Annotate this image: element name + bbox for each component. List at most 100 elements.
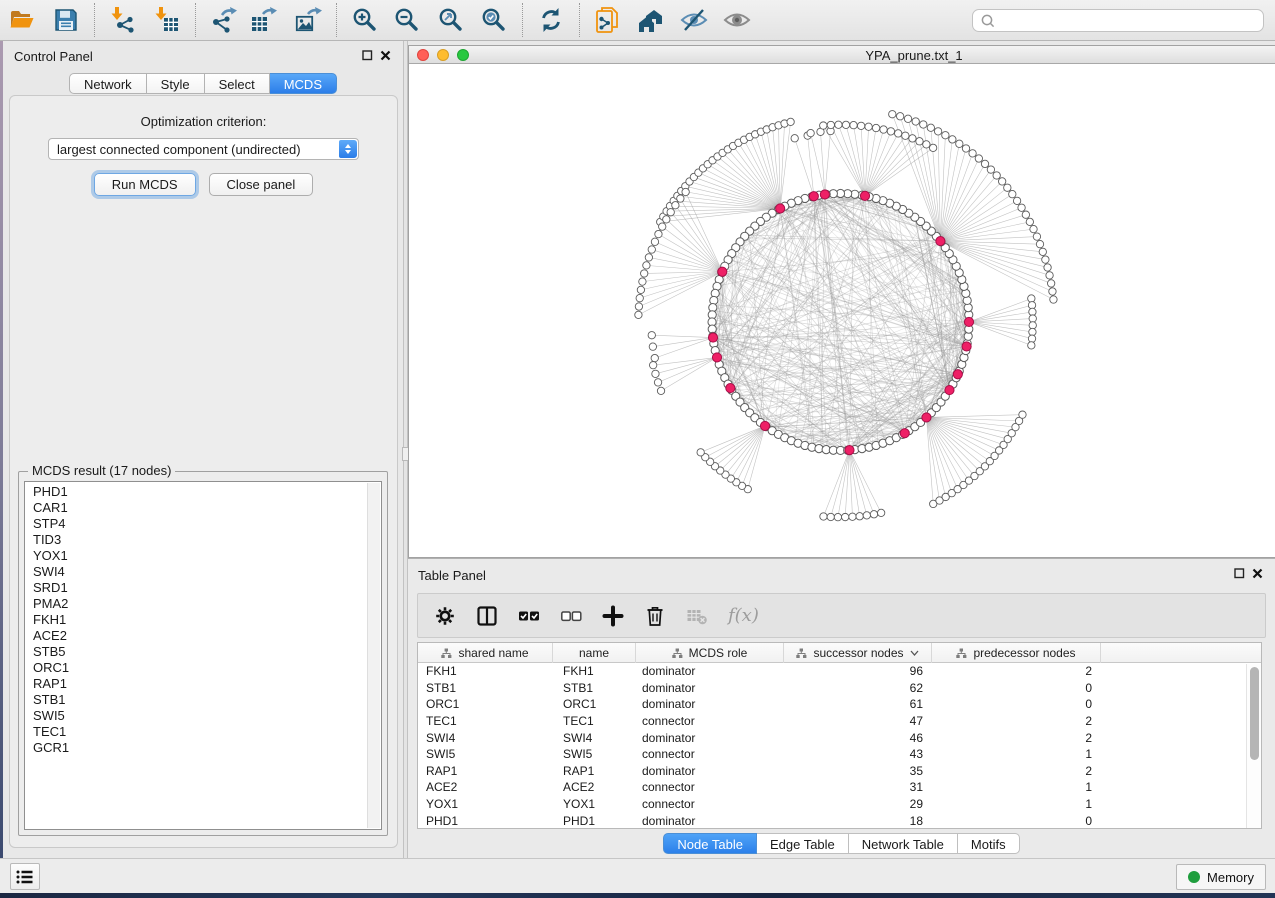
export-image-icon[interactable] <box>294 6 322 34</box>
mcds-result-item[interactable]: STB5 <box>33 644 365 660</box>
column-header-name[interactable]: name <box>553 643 636 663</box>
mcds-result-item[interactable]: STP4 <box>33 516 365 532</box>
column-header-predecessor-nodes[interactable]: predecessor nodes <box>932 643 1101 663</box>
cell-MCDS-role: dominator <box>636 664 784 678</box>
tab-network-table[interactable]: Network Table <box>849 833 958 854</box>
mcds-result-item[interactable]: TEC1 <box>33 724 365 740</box>
hide-selected-icon[interactable] <box>680 6 708 34</box>
table-row[interactable]: ORC1ORC1dominator610 <box>418 696 1261 713</box>
tab-mcds[interactable]: MCDS <box>270 73 337 94</box>
mcds-result-item[interactable]: YOX1 <box>33 548 365 564</box>
export-table-icon[interactable] <box>250 6 278 34</box>
mcds-result-item[interactable]: PHD1 <box>33 484 365 500</box>
cell-MCDS-role: dominator <box>636 681 784 695</box>
column-header-shared-name[interactable]: shared name <box>418 643 553 663</box>
deselect-all-icon[interactable] <box>560 605 582 627</box>
search-input[interactable] <box>1001 12 1263 30</box>
mcds-result-item[interactable]: ACE2 <box>33 628 365 644</box>
column-label: name <box>579 646 609 660</box>
table-row[interactable]: PHD1PHD1dominator180 <box>418 812 1261 829</box>
cell-shared-name: FKH1 <box>418 664 553 678</box>
minimize-window-button[interactable] <box>437 49 449 61</box>
cell-shared-name: YOX1 <box>418 797 553 811</box>
network-titlebar[interactable]: YPA_prune.txt_1 <box>409 46 1275 64</box>
close-window-button[interactable] <box>417 49 429 61</box>
table-row[interactable]: YOX1YOX1connector291 <box>418 796 1261 813</box>
select-all-icon[interactable] <box>518 605 540 627</box>
close-mcds-panel-button[interactable]: Close panel <box>209 173 314 196</box>
cell-successor-nodes: 96 <box>784 664 932 678</box>
import-table-icon[interactable] <box>153 6 181 34</box>
attribute-tree-icon <box>796 648 807 659</box>
mcds-result-item[interactable]: SWI4 <box>33 564 365 580</box>
export-network-icon[interactable] <box>210 6 238 34</box>
float-panel-icon[interactable] <box>362 50 373 61</box>
cell-MCDS-role: dominator <box>636 731 784 745</box>
mcds-result-item[interactable]: SRD1 <box>33 580 365 596</box>
mcds-result-item[interactable]: SWI5 <box>33 708 365 724</box>
float-table-panel-icon[interactable] <box>1234 568 1245 579</box>
optimization-criterion-label: Optimization criterion: <box>10 114 397 129</box>
table-row[interactable]: FKH1FKH1dominator962 <box>418 663 1261 680</box>
homes-icon[interactable] <box>638 6 666 34</box>
run-mcds-button[interactable]: Run MCDS <box>94 173 196 196</box>
zoom-out-icon[interactable] <box>393 6 421 34</box>
table-row[interactable]: SWI5SWI5connector431 <box>418 746 1261 763</box>
zoom-fit-icon[interactable] <box>437 6 465 34</box>
mcds-result-item[interactable]: RAP1 <box>33 676 365 692</box>
mcds-result-item[interactable]: STB1 <box>33 692 365 708</box>
control-panel: Control Panel NetworkStyleSelectMCDS Opt… <box>3 41 403 858</box>
cell-name: FKH1 <box>553 664 636 678</box>
mcds-result-item[interactable]: GCR1 <box>33 740 365 756</box>
column-header-successor-nodes[interactable]: successor nodes <box>784 643 932 663</box>
tab-edge-table[interactable]: Edge Table <box>757 833 849 854</box>
delete-column-icon[interactable] <box>644 605 666 627</box>
mcds-result-item[interactable]: CAR1 <box>33 500 365 516</box>
cell-successor-nodes: 18 <box>784 814 932 828</box>
toolbar-separator <box>522 3 523 37</box>
maximize-window-button[interactable] <box>457 49 469 61</box>
column-header-MCDS-role[interactable]: MCDS role <box>636 643 784 663</box>
cell-predecessor-nodes: 2 <box>932 714 1101 728</box>
show-columns-icon[interactable] <box>476 605 498 627</box>
memory-button[interactable]: Memory <box>1176 864 1266 890</box>
cell-shared-name: SWI4 <box>418 731 553 745</box>
table-row[interactable]: SWI4SWI4dominator462 <box>418 729 1261 746</box>
tab-style[interactable]: Style <box>147 73 205 94</box>
table-settings-gear-icon[interactable] <box>434 605 456 627</box>
mcds-result-item[interactable]: ORC1 <box>33 660 365 676</box>
criterion-dropdown[interactable]: largest connected component (undirected) <box>48 138 359 160</box>
table-row[interactable]: STB1STB1dominator620 <box>418 680 1261 697</box>
table-scrollbar[interactable] <box>1246 664 1261 828</box>
refresh-layout-icon[interactable] <box>537 6 565 34</box>
mcds-result-item[interactable]: FKH1 <box>33 612 365 628</box>
import-network-icon[interactable] <box>109 6 137 34</box>
show-hidden-icon[interactable] <box>723 6 751 34</box>
tab-motifs[interactable]: Motifs <box>958 833 1020 854</box>
table-row[interactable]: TEC1TEC1connector472 <box>418 713 1261 730</box>
network-graph[interactable] <box>409 64 1275 557</box>
network-canvas[interactable] <box>409 64 1275 557</box>
table-header-row: shared name name MCDS role successor nodes p… <box>418 643 1261 663</box>
cell-shared-name: RAP1 <box>418 764 553 778</box>
close-panel-icon[interactable] <box>380 50 391 61</box>
tab-node-table[interactable]: Node Table <box>663 833 757 854</box>
add-column-icon[interactable] <box>602 605 624 627</box>
mcds-result-item[interactable]: PMA2 <box>33 596 365 612</box>
network-window: YPA_prune.txt_1 <box>408 45 1275 558</box>
mcds-list-scrollbar[interactable] <box>367 483 380 828</box>
column-label: successor nodes <box>813 646 903 660</box>
network-from-selection-icon[interactable] <box>594 6 622 34</box>
zoom-selected-icon[interactable] <box>480 6 508 34</box>
zoom-in-icon[interactable] <box>351 6 379 34</box>
table-scrollbar-thumb[interactable] <box>1250 667 1259 760</box>
open-session-icon[interactable] <box>8 6 36 34</box>
task-history-button[interactable] <box>10 863 40 890</box>
tab-select[interactable]: Select <box>205 73 270 94</box>
mcds-result-item[interactable]: TID3 <box>33 532 365 548</box>
close-table-panel-icon[interactable] <box>1252 568 1263 579</box>
tab-network[interactable]: Network <box>69 73 147 94</box>
save-session-icon[interactable] <box>52 6 80 34</box>
table-row[interactable]: ACE2ACE2connector311 <box>418 779 1261 796</box>
table-row[interactable]: RAP1RAP1dominator352 <box>418 763 1261 780</box>
